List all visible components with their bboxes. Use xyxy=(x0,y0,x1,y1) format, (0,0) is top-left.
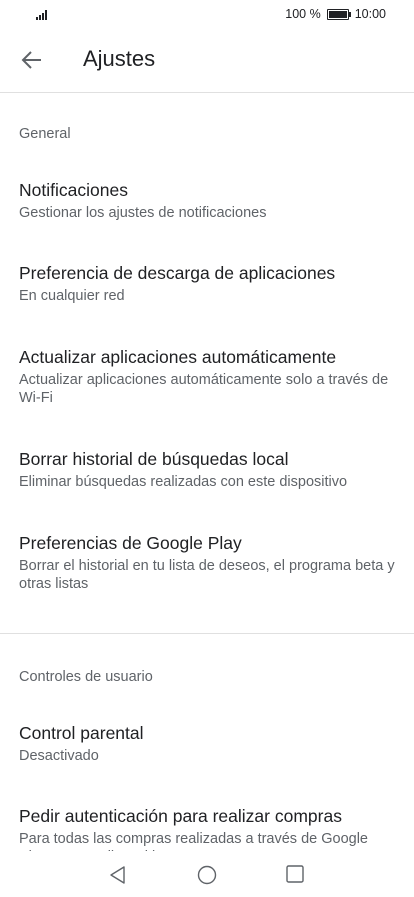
setting-subtitle: Para todas las compras realizadas a trav… xyxy=(19,831,368,851)
section-header-user-controls: Controles de usuario xyxy=(19,669,153,685)
setting-google-play-preferences[interactable]: Preferencias de Google Play Borrar el hi… xyxy=(19,532,395,593)
nav-recents-icon[interactable] xyxy=(286,865,304,883)
status-right: 100 % 10:00 xyxy=(285,7,386,21)
section-divider xyxy=(0,633,414,634)
setting-subtitle: Actualizar aplicaciones automáticamente … xyxy=(19,372,389,406)
setting-purchase-authentication[interactable]: Pedir autenticación para realizar compra… xyxy=(19,805,395,851)
setting-download-preference[interactable]: Preferencia de descarga de aplicaciones … xyxy=(19,262,395,305)
setting-title: Borrar historial de búsquedas local xyxy=(19,449,289,469)
setting-title: Actualizar aplicaciones automáticamente xyxy=(19,347,337,367)
setting-notifications[interactable]: Notificaciones Gestionar los ajustes de … xyxy=(19,179,395,222)
setting-subtitle: Borrar el historial en tu lista de deseo… xyxy=(19,558,395,592)
signal-icon xyxy=(36,10,47,20)
setting-title: Preferencias de Google Play xyxy=(19,533,242,553)
section-header-general: General xyxy=(19,126,71,142)
setting-subtitle: Gestionar los ajustes de notificaciones xyxy=(19,205,267,221)
setting-subtitle: Desactivado xyxy=(19,748,99,764)
battery-fill xyxy=(328,10,347,18)
setting-title: Notificaciones xyxy=(19,180,128,200)
battery-icon xyxy=(326,8,351,20)
setting-clear-search-history[interactable]: Borrar historial de búsquedas local Elim… xyxy=(19,448,395,491)
setting-title: Control parental xyxy=(19,723,144,743)
setting-parental-control[interactable]: Control parental Desactivado xyxy=(19,722,395,765)
status-bar: 100 % 10:00 xyxy=(0,0,414,28)
nav-back-icon[interactable] xyxy=(108,865,128,885)
setting-title: Preferencia de descarga de aplicaciones xyxy=(19,263,336,283)
page-title: Ajustes xyxy=(83,46,156,71)
app-bar: Ajustes xyxy=(0,28,414,93)
nav-home-icon[interactable] xyxy=(197,865,217,885)
system-nav-bar xyxy=(0,851,414,897)
setting-subtitle: Eliminar búsquedas realizadas con este d… xyxy=(19,474,348,490)
back-arrow-icon[interactable] xyxy=(16,44,48,76)
setting-subtitle: En cualquier red xyxy=(19,288,125,304)
settings-list: General Notificaciones Gestionar los aju… xyxy=(0,93,414,851)
clock: 10:00 xyxy=(354,7,386,21)
battery-percentage: 100 % xyxy=(285,7,321,21)
setting-auto-update[interactable]: Actualizar aplicaciones automáticamente … xyxy=(19,346,395,407)
setting-title: Pedir autenticación para realizar compra… xyxy=(19,806,342,826)
